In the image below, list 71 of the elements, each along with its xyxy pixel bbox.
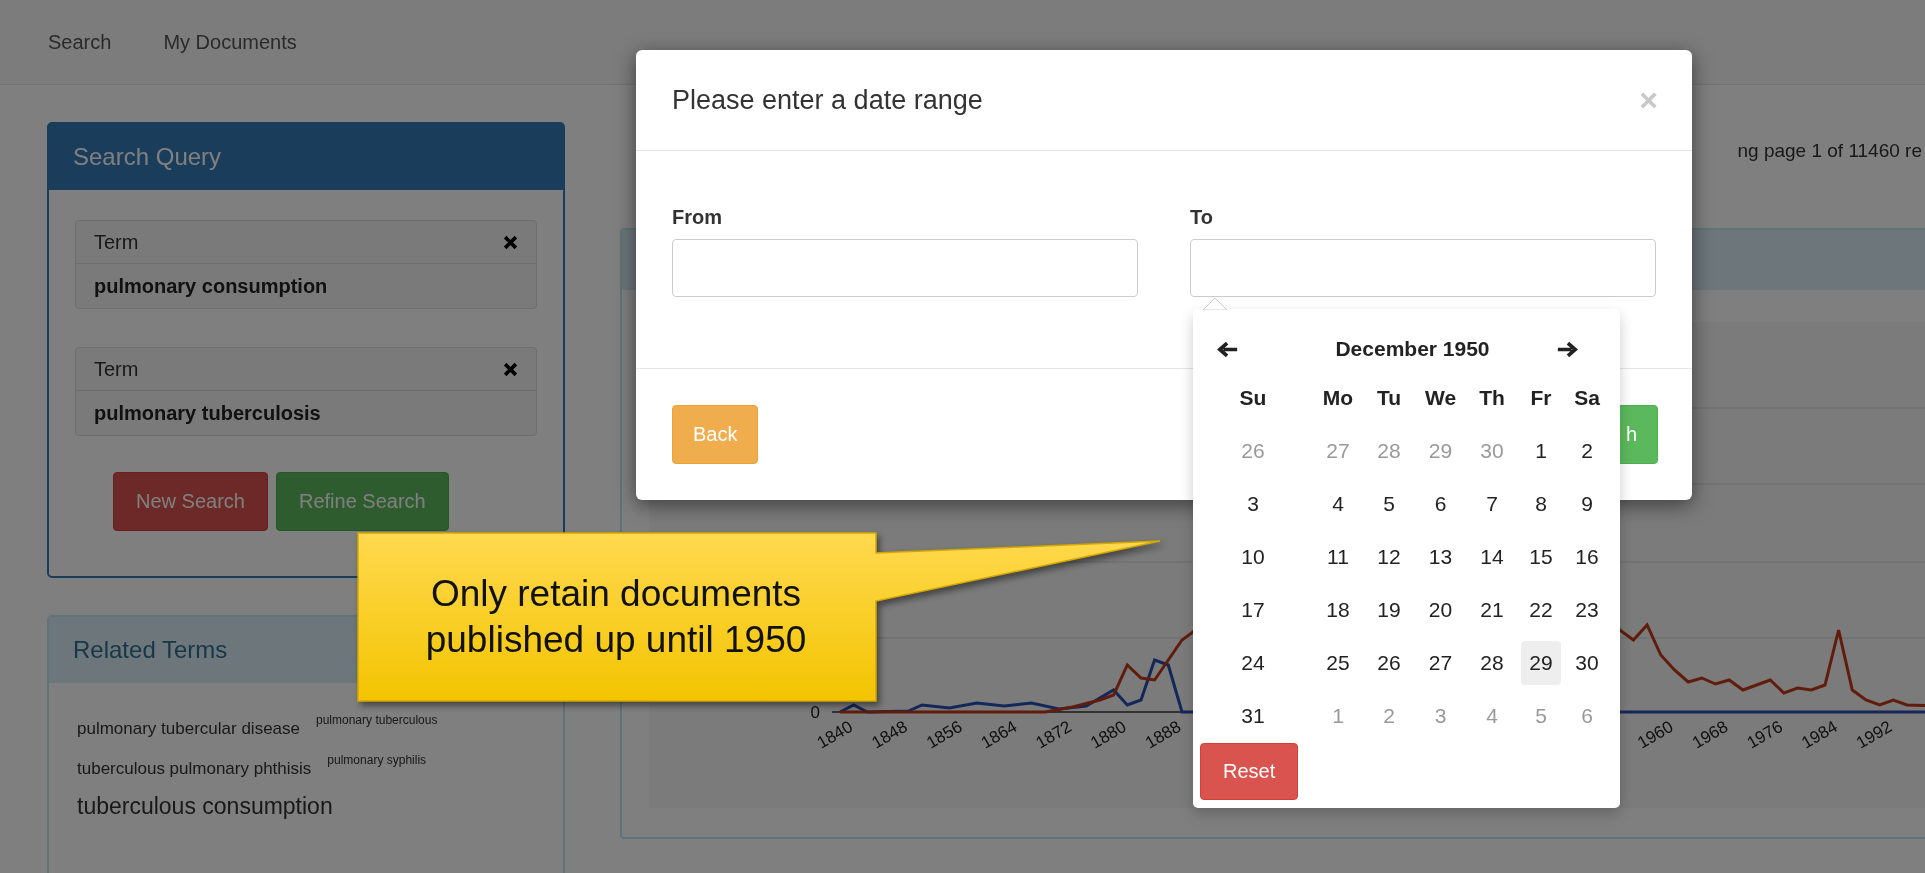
calendar-day[interactable]: 5 (1369, 481, 1409, 526)
field-label: To (1190, 206, 1214, 229)
calendar-day[interactable]: 18 (1318, 587, 1358, 632)
calendar-day[interactable]: 7 (1472, 481, 1512, 526)
calendar-day[interactable]: 21 (1472, 587, 1512, 632)
results-summary: ng page 1 of 11460 re (1737, 140, 1922, 162)
reset-button[interactable]: Reset (1200, 743, 1299, 800)
calendar-day[interactable]: 11 (1318, 534, 1358, 579)
calendar-day[interactable]: 10 (1233, 534, 1273, 579)
calendar-day[interactable]: 4 (1318, 481, 1358, 526)
axis-label: 1992 (1853, 717, 1896, 753)
related-term-link[interactable]: pulmonary tuberculous (316, 713, 438, 727)
calendar-day[interactable]: 2 (1567, 428, 1607, 473)
arrow-left-icon[interactable] (1217, 340, 1239, 358)
calendar-day[interactable]: 8 (1521, 481, 1561, 526)
calendar-day[interactable]: 29 (1521, 640, 1561, 685)
date-input-field[interactable] (1190, 239, 1656, 297)
calendar-day[interactable]: 31 (1233, 693, 1273, 738)
term-value: pulmonary tuberculosis (93, 400, 322, 426)
calendar-day[interactable]: 22 (1521, 587, 1561, 632)
panel-title: Search Query (49, 124, 563, 190)
axis-label: 1888 (1141, 717, 1185, 753)
calendar-day[interactable]: 17 (1233, 587, 1273, 632)
close-icon[interactable] (503, 361, 518, 377)
related-term-link[interactable]: pulmonary tubercular disease (77, 719, 300, 739)
axis-label: 1968 (1688, 717, 1732, 753)
calendar-day[interactable]: 23 (1567, 587, 1607, 632)
related-term-link[interactable]: pulmonary syphilis (327, 753, 427, 767)
calendar-day[interactable]: 3 (1233, 481, 1273, 526)
calendar-day[interactable]: 24 (1233, 640, 1273, 685)
axis-label: 1976 (1743, 717, 1786, 753)
axis-label: 1880 (1087, 717, 1130, 753)
close-icon[interactable] (503, 234, 518, 250)
axis-label: 1872 (1032, 717, 1075, 753)
field-label: From (672, 206, 723, 229)
axis-label: 1856 (923, 717, 966, 753)
related-term-link[interactable]: tuberculous consumption (77, 793, 333, 820)
axis-label: 1848 (868, 717, 911, 753)
weekday-label: Mo (1322, 385, 1354, 410)
calendar-day[interactable]: 15 (1521, 534, 1561, 579)
weekday-label: Su (1239, 385, 1267, 410)
related-term-link[interactable]: tuberculous pulmonary phthisis (77, 759, 312, 779)
calendar-day[interactable]: 9 (1567, 481, 1607, 526)
calendar-day[interactable]: 14 (1472, 534, 1512, 579)
calendar-day[interactable]: 28 (1472, 640, 1512, 685)
calendar-day[interactable]: 30 (1567, 640, 1607, 685)
month-title[interactable]: December 1950 (1269, 337, 1556, 361)
dialog-title: Please enter a date range (672, 84, 983, 116)
axis-label: 1960 (1634, 717, 1677, 753)
term-value: pulmonary consumption (93, 273, 329, 299)
weekday-label: We (1424, 385, 1457, 410)
axis-label: 1864 (977, 717, 1021, 753)
weekday-label: Tu (1376, 385, 1402, 410)
term-label: Term (94, 357, 139, 381)
weekday-label: Sa (1574, 385, 1600, 410)
term-label: Term (94, 230, 139, 254)
calendar-day[interactable]: 26 (1369, 640, 1409, 685)
calendar-day[interactable]: 6 (1420, 481, 1461, 526)
calendar-day[interactable]: 25 (1318, 640, 1358, 685)
calendar-day[interactable]: 13 (1420, 534, 1461, 579)
calendar-day[interactable]: 16 (1567, 534, 1607, 579)
arrow-right-icon[interactable] (1556, 340, 1578, 358)
calendar-day[interactable]: 1 (1521, 428, 1561, 473)
calendar-day[interactable]: 12 (1369, 534, 1409, 579)
calendar-day[interactable]: 20 (1420, 587, 1461, 632)
weekday-label: Th (1479, 385, 1505, 410)
calendar-day[interactable]: 27 (1420, 640, 1461, 685)
date-input-field[interactable] (672, 239, 1138, 297)
axis-label: 1984 (1798, 717, 1841, 753)
weekday-label: Fr (1530, 385, 1552, 410)
calendar-day[interactable]: 19 (1369, 587, 1409, 632)
